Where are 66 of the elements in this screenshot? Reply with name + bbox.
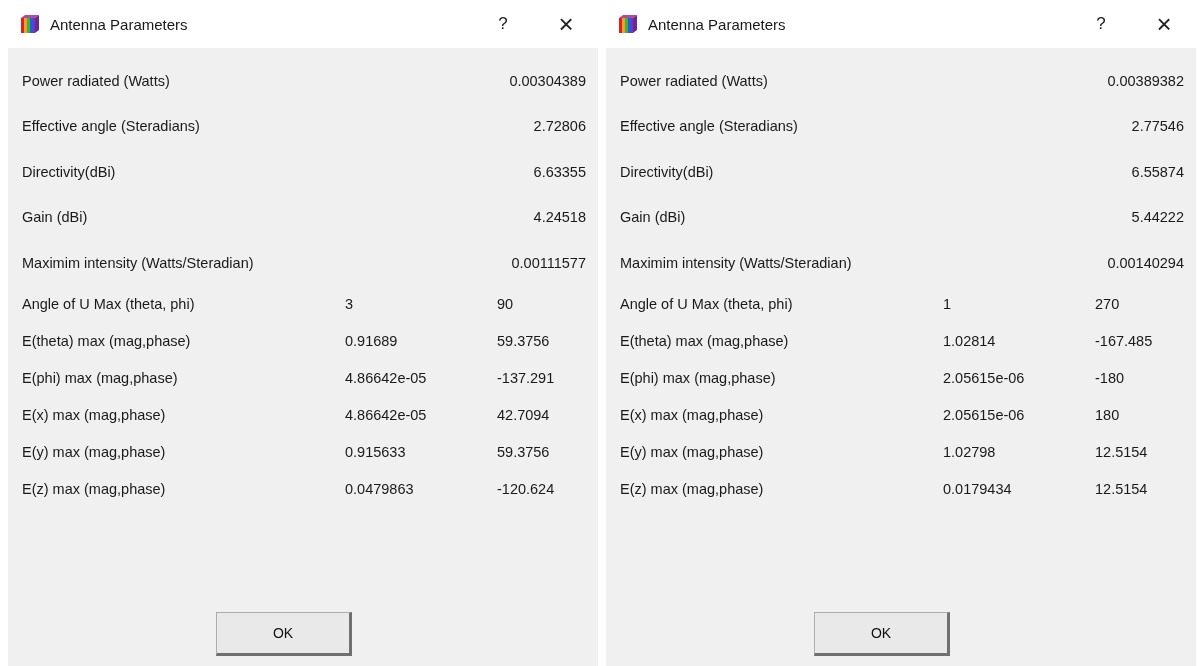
parameter-value: 12.5154 xyxy=(1095,444,1148,460)
parameter-value: -167.485 xyxy=(1095,333,1153,349)
parameter-label: E(theta) max (mag,phase) xyxy=(620,333,790,349)
parameter-value: 3 xyxy=(345,296,355,312)
parameter-label: E(z) max (mag,phase) xyxy=(620,481,765,497)
parameter-value: 12.5154 xyxy=(1095,481,1148,497)
parameter-value: 6.63355 xyxy=(533,163,586,180)
parameter-value: 0.00389382 xyxy=(1107,72,1184,89)
parameter-value: 0.91689 xyxy=(345,333,399,349)
parameter-value: 2.72806 xyxy=(533,118,586,135)
parameter-value: 180 xyxy=(1095,407,1120,423)
parameter-label: E(theta) max (mag,phase) xyxy=(22,333,192,349)
help-button[interactable]: ? xyxy=(1086,14,1116,34)
parameter-label: Angle of U Max (theta, phi) xyxy=(620,296,794,312)
parameter-label: E(y) max (mag,phase) xyxy=(22,444,167,460)
window-title: Antenna Parameters xyxy=(50,15,189,33)
parameter-value: 0.00140294 xyxy=(1107,254,1184,271)
parameter-value: 0.00304389 xyxy=(509,72,586,89)
parameter-value: 59.3756 xyxy=(497,444,550,460)
parameter-label: E(y) max (mag,phase) xyxy=(620,444,765,460)
parameter-label: E(phi) max (mag,phase) xyxy=(620,370,777,386)
parameter-value: 1 xyxy=(943,296,953,312)
parameter-value: 0.915633 xyxy=(345,444,407,460)
close-button[interactable]: × xyxy=(546,8,586,40)
parameter-label: Directivity(dBi) xyxy=(22,163,117,180)
ok-button[interactable]: OK xyxy=(216,612,352,656)
parameter-label: E(x) max (mag,phase) xyxy=(22,407,167,423)
parameter-label: Gain (dBi) xyxy=(620,209,687,226)
parameter-label: E(x) max (mag,phase) xyxy=(620,407,765,423)
window-title: Antenna Parameters xyxy=(648,15,787,33)
parameter-value: 59.3756 xyxy=(497,333,550,349)
help-button[interactable]: ? xyxy=(488,14,518,34)
parameter-label: E(z) max (mag,phase) xyxy=(22,481,167,497)
parameter-value: 0.00111577 xyxy=(511,254,586,271)
parameter-value: -180 xyxy=(1095,370,1125,386)
parameter-label: Maximim intensity (Watts/Steradian) xyxy=(620,254,853,271)
parameter-value: -137.291 xyxy=(497,370,555,386)
parameter-label: Power radiated (Watts) xyxy=(22,72,171,89)
parameter-value: -120.624 xyxy=(497,481,555,497)
parameter-label: Effective angle (Steradians) xyxy=(22,118,201,135)
parameter-label: Gain (dBi) xyxy=(22,209,89,226)
parameter-value: 2.05615e-06 xyxy=(943,407,1026,423)
parameter-label: Effective angle (Steradians) xyxy=(620,118,799,135)
parameter-label: Maximim intensity (Watts/Steradian) xyxy=(22,254,255,271)
parameter-value: 4.86642e-05 xyxy=(345,370,428,386)
parameter-value: 1.02798 xyxy=(943,444,997,460)
parameter-value: 270 xyxy=(1095,296,1120,312)
parameter-label: Angle of U Max (theta, phi) xyxy=(22,296,196,312)
parameter-value: 90 xyxy=(497,296,514,312)
ok-button[interactable]: OK xyxy=(814,612,950,656)
parameter-value: 2.77546 xyxy=(1131,118,1184,135)
parameter-label: E(phi) max (mag,phase) xyxy=(22,370,179,386)
parameter-label: Directivity(dBi) xyxy=(620,163,715,180)
app-icon xyxy=(18,14,40,34)
parameter-value: 42.7094 xyxy=(497,407,550,423)
parameter-value: 6.55874 xyxy=(1131,163,1184,180)
parameter-value: 0.0179434 xyxy=(943,481,1013,497)
app-icon xyxy=(616,14,638,34)
parameter-value: 5.44222 xyxy=(1131,209,1184,226)
close-button[interactable]: × xyxy=(1144,8,1184,40)
parameter-value: 4.24518 xyxy=(533,209,586,226)
parameter-value: 1.02814 xyxy=(943,333,997,349)
parameter-value: 4.86642e-05 xyxy=(345,407,428,423)
parameter-value: 0.0479863 xyxy=(345,481,415,497)
parameter-label: Power radiated (Watts) xyxy=(620,72,769,89)
parameter-value: 2.05615e-06 xyxy=(943,370,1026,386)
